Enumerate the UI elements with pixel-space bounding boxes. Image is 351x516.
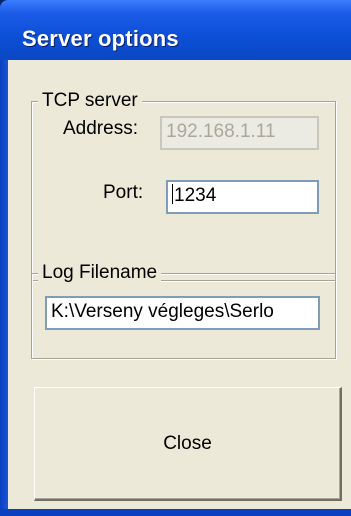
- port-label: Port:: [103, 182, 144, 203]
- text-caret: [172, 184, 173, 204]
- address-field: 192.168.1.11: [160, 116, 319, 150]
- window-bottom-border: [0, 509, 351, 516]
- close-button[interactable]: Close: [34, 387, 342, 501]
- window-left-border: [0, 60, 8, 516]
- dialog-client-area: TCP server Address: 192.168.1.11 Port: 1…: [8, 60, 351, 509]
- log-filename-group-caption: Log Filename: [38, 262, 162, 284]
- port-field[interactable]: 1234: [166, 180, 319, 214]
- port-value: 1234: [174, 185, 217, 206]
- title-bar[interactable]: Server options: [0, 0, 351, 60]
- window-title: Server options: [22, 26, 179, 51]
- address-value: 192.168.1.11: [166, 121, 276, 142]
- log-filename-field[interactable]: K:\Verseny végleges\Serlo: [45, 296, 320, 330]
- tcp-server-group-caption: TCP server: [38, 90, 142, 112]
- log-filename-value: K:\Verseny végleges\Serlo: [51, 301, 274, 322]
- address-label: Address:: [63, 118, 138, 139]
- close-button-label: Close: [163, 432, 212, 454]
- server-options-window: Server options TCP server Address: 192.1…: [0, 0, 351, 516]
